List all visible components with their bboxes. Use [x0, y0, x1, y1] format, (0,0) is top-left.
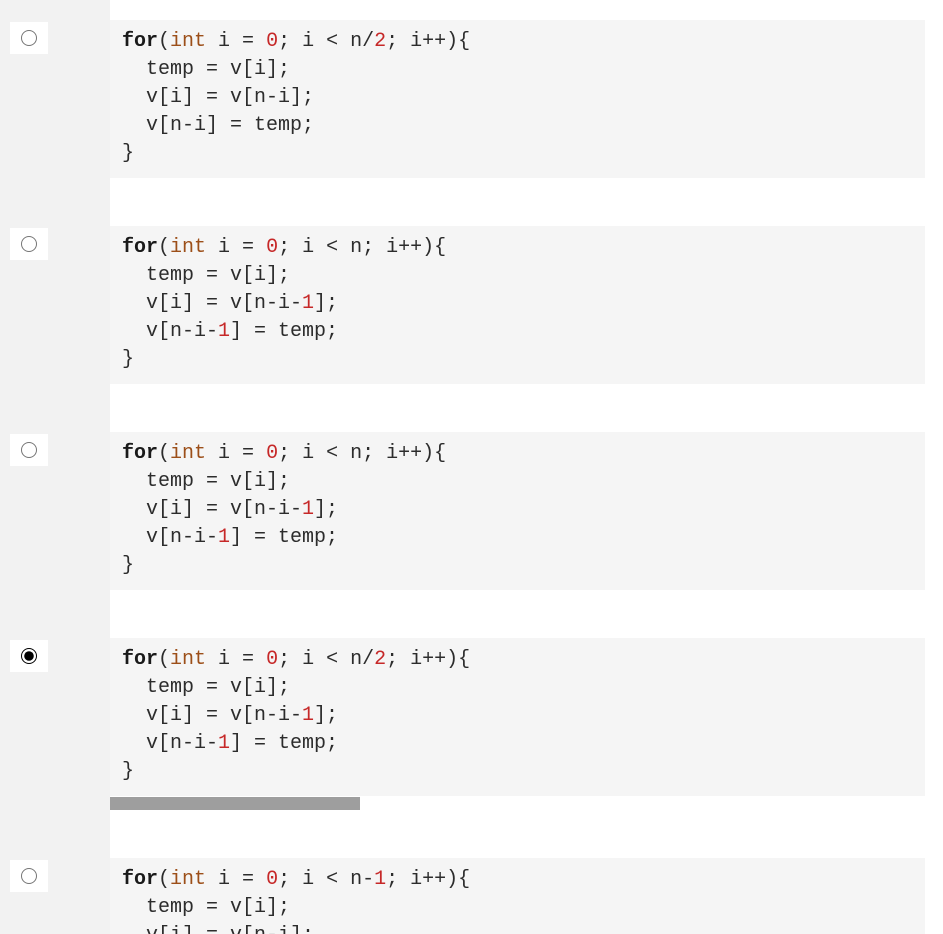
answer-option: for(int i = 0; i < n; i++){ temp = v[i];…	[110, 226, 925, 384]
code-line: for(int i = 0; i < n/2; i++){	[122, 648, 470, 671]
code-block: for(int i = 0; i < n; i++){ temp = v[i];…	[110, 432, 925, 590]
options-content: for(int i = 0; i < n/2; i++){ temp = v[i…	[110, 0, 943, 934]
code-line: }	[122, 554, 134, 577]
code-token-tp: int	[170, 868, 206, 891]
code-line: v[n-i-1] = temp;	[122, 320, 338, 343]
code-token-num: 1	[218, 526, 230, 549]
code-line: }	[122, 348, 134, 371]
radio-holder	[10, 228, 48, 260]
code-line: temp = v[i];	[122, 264, 290, 287]
code-line: for(int i = 0; i < n-1; i++){	[122, 868, 470, 891]
code-line: v[i] = v[n-i-1];	[122, 704, 338, 727]
code-token-kw: for	[122, 30, 158, 53]
code-token-kw: for	[122, 648, 158, 671]
code-token-num: 0	[266, 648, 278, 671]
code-line: v[i] = v[n-i-1];	[122, 292, 338, 315]
code-line: v[i] = v[n-i-1];	[122, 498, 338, 521]
code-block: for(int i = 0; i < n-1; i++){ temp = v[i…	[110, 858, 925, 934]
code-token-num: 2	[374, 30, 386, 53]
code-block: for(int i = 0; i < n; i++){ temp = v[i];…	[110, 226, 925, 384]
code-token-num: 0	[266, 236, 278, 259]
code-line: temp = v[i];	[122, 470, 290, 493]
code-line: v[n-i] = temp;	[122, 114, 314, 137]
code-token-num: 2	[374, 648, 386, 671]
code-line: v[i] = v[n-i];	[122, 924, 314, 934]
answer-radio[interactable]	[21, 30, 37, 46]
code-line: temp = v[i];	[122, 58, 290, 81]
code-line: }	[122, 760, 134, 783]
code-line: for(int i = 0; i < n; i++){	[122, 442, 446, 465]
code-token-tp: int	[170, 442, 206, 465]
code-line: for(int i = 0; i < n; i++){	[122, 236, 446, 259]
code-token-num: 1	[218, 320, 230, 343]
answer-option: for(int i = 0; i < n-1; i++){ temp = v[i…	[110, 858, 925, 934]
selected-underline	[110, 797, 360, 810]
code-line: for(int i = 0; i < n/2; i++){	[122, 30, 470, 53]
answer-radio[interactable]	[21, 442, 37, 458]
radio-holder	[10, 860, 48, 892]
code-token-num: 1	[302, 704, 314, 727]
answer-radio[interactable]	[21, 236, 37, 252]
code-line: }	[122, 142, 134, 165]
radio-holder	[10, 22, 48, 54]
code-line: temp = v[i];	[122, 676, 290, 699]
code-token-kw: for	[122, 236, 158, 259]
answer-radio[interactable]	[21, 648, 37, 664]
top-spacer	[110, 0, 925, 20]
code-token-tp: int	[170, 30, 206, 53]
radio-holder	[10, 640, 48, 672]
code-token-num: 1	[302, 498, 314, 521]
quiz-page: for(int i = 0; i < n/2; i++){ temp = v[i…	[0, 0, 943, 934]
answer-option: for(int i = 0; i < n/2; i++){ temp = v[i…	[110, 20, 925, 178]
left-gutter	[0, 0, 110, 934]
code-token-kw: for	[122, 868, 158, 891]
radio-holder	[10, 434, 48, 466]
code-line: temp = v[i];	[122, 896, 290, 919]
code-token-num: 1	[374, 868, 386, 891]
answer-radio[interactable]	[21, 868, 37, 884]
code-line: v[i] = v[n-i];	[122, 86, 314, 109]
code-token-num: 0	[266, 30, 278, 53]
answer-option: for(int i = 0; i < n; i++){ temp = v[i];…	[110, 432, 925, 590]
code-block: for(int i = 0; i < n/2; i++){ temp = v[i…	[110, 20, 925, 178]
code-token-tp: int	[170, 236, 206, 259]
code-token-num: 1	[218, 732, 230, 755]
code-line: v[n-i-1] = temp;	[122, 732, 338, 755]
code-line: v[n-i-1] = temp;	[122, 526, 338, 549]
answer-option: for(int i = 0; i < n/2; i++){ temp = v[i…	[110, 638, 925, 810]
code-block: for(int i = 0; i < n/2; i++){ temp = v[i…	[110, 638, 925, 796]
code-token-kw: for	[122, 442, 158, 465]
code-token-num: 0	[266, 868, 278, 891]
code-token-num: 0	[266, 442, 278, 465]
code-token-num: 1	[302, 292, 314, 315]
code-token-tp: int	[170, 648, 206, 671]
